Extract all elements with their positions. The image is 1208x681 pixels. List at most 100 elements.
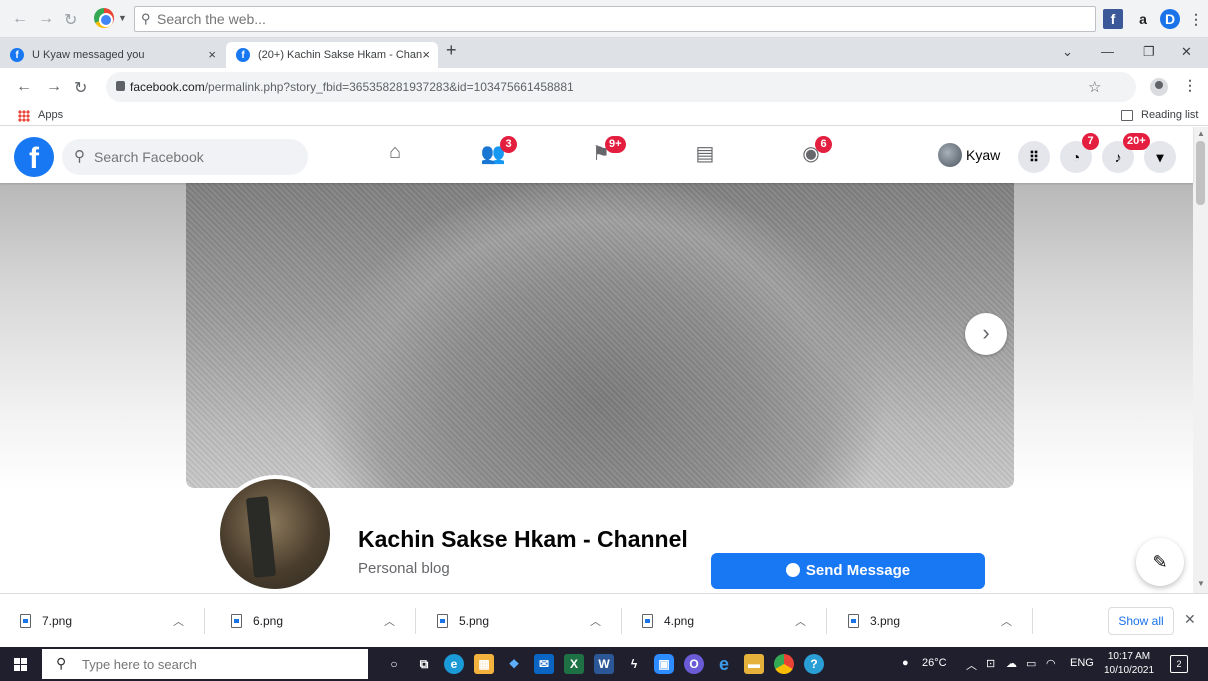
taskbar-search-input[interactable]	[82, 656, 352, 672]
cortana-icon[interactable]: ○	[384, 654, 404, 674]
search-icon: ⚲	[74, 148, 85, 165]
new-tab-button[interactable]: +	[446, 40, 457, 61]
system-clock[interactable]: 10:17 AM 10/10/2021	[1104, 650, 1154, 678]
weather-temperature[interactable]: 26°C	[922, 657, 947, 669]
url-text[interactable]: facebook.com/permalink.php?story_fbid=36…	[130, 80, 574, 94]
network-icon[interactable]: ⊡	[986, 657, 995, 670]
download-item[interactable]: 3.png ︿	[828, 608, 1033, 634]
more-menu-icon[interactable]: ⋮	[1186, 9, 1206, 29]
tab-messenger[interactable]: f U Kyaw messaged you ×	[0, 42, 224, 68]
account-caret-icon[interactable]: ▾	[1144, 141, 1176, 173]
page-title: Kachin Sakse Hkam - Channel	[358, 526, 688, 552]
chrome-menu-icon[interactable]: ⋮	[1183, 77, 1197, 94]
chrome-logo-icon[interactable]	[94, 8, 114, 28]
battery-icon[interactable]: ▭	[1026, 657, 1036, 670]
download-item[interactable]: 4.png ︿	[622, 608, 827, 634]
weather-sun-icon[interactable]: ●	[902, 657, 909, 669]
page-scrollbar[interactable]: ▲ ▼	[1193, 127, 1208, 593]
language-indicator[interactable]: ENG	[1070, 657, 1094, 669]
apps-bookmark[interactable]: Apps	[38, 109, 63, 121]
close-window-icon[interactable]: ✕	[1181, 44, 1192, 60]
forward-arrow-icon[interactable]: →	[46, 78, 62, 96]
facebook-search[interactable]: ⚲	[62, 139, 308, 175]
scroll-thumb[interactable]	[1196, 141, 1205, 205]
pages-badge: 9+	[605, 136, 626, 153]
reading-list-icon[interactable]	[1121, 110, 1133, 121]
task-view-icon[interactable]: ⧉	[414, 654, 434, 674]
chevron-up-icon[interactable]: ︿	[590, 613, 601, 629]
chrome-taskbar-icon[interactable]	[774, 654, 794, 674]
messenger-badge: 7	[1082, 133, 1099, 150]
tab-page[interactable]: f (20+) Kachin Sakse Hkam - Chan ×	[226, 42, 438, 68]
download-item[interactable]: 5.png ︿	[417, 608, 622, 634]
close-tab-icon[interactable]: ×	[422, 42, 430, 68]
store-icon[interactable]: ▦	[474, 654, 494, 674]
facebook-logo-icon[interactable]: f	[14, 137, 54, 177]
help-icon[interactable]: ?	[804, 654, 824, 674]
wifi-icon[interactable]: ◠	[1046, 657, 1056, 670]
apps-grid-icon[interactable]	[18, 110, 30, 122]
download-item[interactable]: 6.png ︿	[211, 608, 416, 634]
facebook-favicon-icon: f	[10, 48, 24, 62]
mail-icon[interactable]: ✉	[534, 654, 554, 674]
omnibox[interactable]: facebook.com/permalink.php?story_fbid=36…	[106, 72, 1136, 102]
dropbox-icon[interactable]: ❖	[504, 654, 524, 674]
web-search-input[interactable]	[157, 10, 1077, 28]
close-tab-icon[interactable]: ×	[208, 42, 216, 68]
extension-d-icon[interactable]: D	[1160, 9, 1180, 29]
restore-icon[interactable]: ❐	[1143, 44, 1155, 60]
chevron-up-icon[interactable]: ︿	[384, 613, 395, 629]
taskbar-search[interactable]: ⚲	[42, 649, 368, 679]
lock-icon[interactable]	[116, 81, 125, 91]
scroll-down-icon[interactable]: ▼	[1197, 579, 1205, 588]
send-message-button[interactable]: Send Message	[711, 553, 985, 589]
close-downloads-icon[interactable]: ✕	[1184, 611, 1196, 628]
notification-center-icon[interactable]: 2	[1170, 655, 1188, 673]
chevron-up-icon[interactable]: ︿	[173, 613, 184, 629]
cloud-icon[interactable]: ☁	[1006, 657, 1017, 670]
new-message-button[interactable]: ✎	[1136, 538, 1184, 586]
opera-icon[interactable]: O	[684, 654, 704, 674]
chevron-down-icon[interactable]: ▼	[118, 13, 127, 23]
scroll-up-icon[interactable]: ▲	[1197, 129, 1205, 138]
marketplace-icon[interactable]: ▤	[690, 141, 720, 169]
profile-picture[interactable]	[216, 475, 334, 593]
reload-icon[interactable]: ↻	[64, 10, 77, 30]
web-search-box[interactable]: ⚲	[134, 6, 1096, 32]
home-icon[interactable]: ⌂	[380, 141, 410, 169]
chevron-up-icon[interactable]: ︿	[1001, 613, 1012, 629]
bookmark-star-icon[interactable]: ☆	[1088, 78, 1101, 96]
bolt-icon[interactable]: ϟ	[624, 654, 644, 674]
show-all-downloads-button[interactable]: Show all	[1108, 607, 1174, 635]
excel-icon[interactable]: X	[564, 654, 584, 674]
next-photo-button[interactable]: ›	[965, 313, 1007, 355]
edge-icon[interactable]: e	[444, 654, 464, 674]
facebook-search-input[interactable]	[94, 148, 294, 166]
reading-list-button[interactable]: Reading list	[1141, 109, 1198, 121]
download-item[interactable]: 7.png ︿	[0, 608, 205, 634]
menu-grid-icon[interactable]: ⠿	[1018, 141, 1050, 173]
file-explorer-icon[interactable]: ▬	[744, 654, 764, 674]
facebook-extension-icon[interactable]: f	[1103, 9, 1123, 29]
windows-start-icon[interactable]	[14, 658, 27, 671]
amazon-extension-icon[interactable]: a	[1133, 9, 1153, 29]
internet-explorer-icon[interactable]: e	[714, 654, 734, 674]
back-arrow-icon[interactable]: ←	[12, 10, 28, 28]
back-arrow-icon[interactable]: ←	[16, 78, 32, 96]
zoom-icon[interactable]: ▣	[654, 654, 674, 674]
address-toolbar: ← → ↻ facebook.com/permalink.php?story_f…	[0, 68, 1208, 106]
image-file-icon	[642, 614, 653, 628]
minimize-icon[interactable]: —	[1101, 44, 1114, 59]
tab-search-chevron-icon[interactable]: ⌄	[1062, 44, 1073, 60]
profile-avatar-icon[interactable]	[1150, 78, 1168, 96]
reload-icon[interactable]: ↻	[74, 78, 87, 98]
chevron-up-icon[interactable]: ︿	[795, 613, 806, 629]
browser-search-toolbar: ← → ↻ ▼ ⚲ f a D ⋮	[0, 0, 1208, 38]
tab-title: (20+) Kachin Sakse Hkam - Chan	[258, 49, 423, 61]
page-category: Personal blog	[358, 560, 450, 577]
tray-chevron-up-icon[interactable]: ︿	[966, 657, 977, 673]
word-icon[interactable]: W	[594, 654, 614, 674]
cover-photo[interactable]	[186, 183, 1014, 488]
forward-arrow-icon[interactable]: →	[38, 10, 54, 28]
search-icon: ⚲	[141, 11, 151, 26]
